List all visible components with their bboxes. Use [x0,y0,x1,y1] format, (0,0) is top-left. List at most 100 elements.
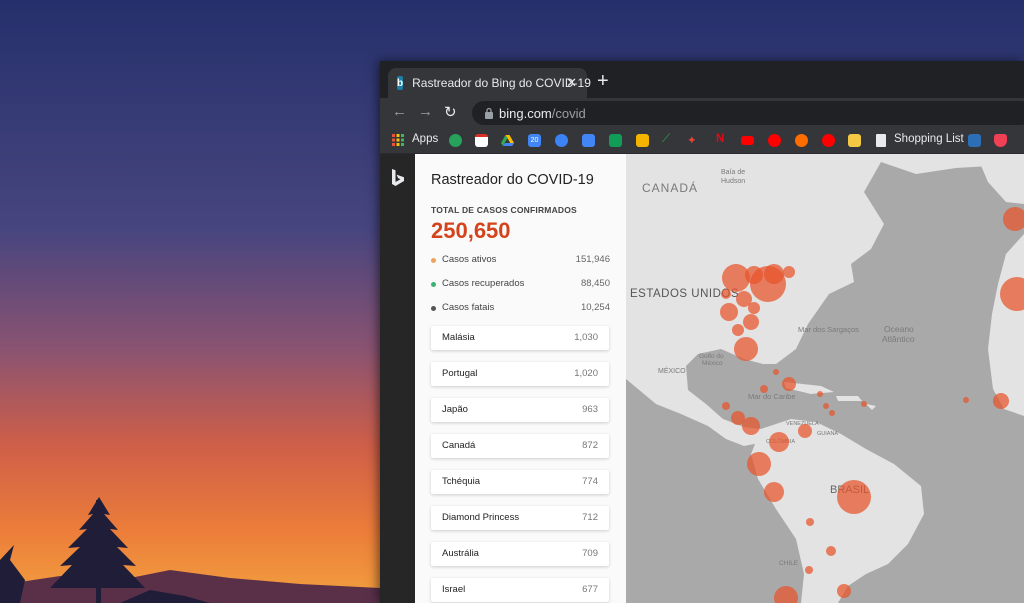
country-item-australia[interactable]: Austrália 709 [431,542,609,566]
covid-stats-panel: Rastreador do COVID-19 TOTAL DE CASOS CO… [415,154,626,603]
bing-sidebar [380,154,415,603]
case-bubble[interactable] [963,397,969,403]
pocket-bookmark-icon[interactable] [994,134,1007,147]
case-bubble[interactable] [823,403,829,409]
case-bubble[interactable] [782,377,796,391]
bookmarks-bar: Apps 20 ⟋ ✦ N Shopping List [380,128,1024,154]
map-label-oceano: Oceano [884,324,914,334]
map-label-baia: Baía de [721,169,745,176]
keep-bookmark-icon[interactable] [848,134,861,147]
case-bubble[interactable] [798,424,812,438]
country-item-diamond-princess[interactable]: Diamond Princess 712 [431,506,609,530]
stat-label: Casos fatais [442,302,495,313]
tab-title: Rastreador do Bing do COVID-19 [412,76,591,90]
country-item-malasia[interactable]: Malásia 1,030 [431,326,609,350]
map-label-chile: CHILE [779,560,799,567]
case-bubble[interactable] [829,410,835,416]
country-list: Malásia 1,030 Portugal 1,020 Japão 963 C… [431,326,609,603]
bing-logo-icon[interactable] [391,169,405,187]
stat-label: Casos recuperados [442,278,525,289]
contacts-bookmark-icon[interactable] [555,134,568,147]
map-label-guiana: GUIANA [817,431,838,437]
new-tab-icon[interactable]: + [597,71,609,91]
forward-icon[interactable]: → [418,103,433,120]
country-cases: 1,030 [574,332,598,343]
country-item-portugal[interactable]: Portugal 1,020 [431,362,609,386]
slides-bookmark-icon[interactable] [636,134,649,147]
gmail-bookmark-icon[interactable] [475,134,488,147]
address-bar[interactable]: bing.com/covid [472,101,1024,125]
apps-bookmark[interactable]: Apps [412,133,438,145]
case-bubble[interactable] [760,385,768,393]
case-bubble[interactable] [773,369,779,375]
cash-bookmark-icon[interactable] [449,134,462,147]
case-bubble[interactable] [748,302,760,314]
stat-value: 88,450 [580,278,610,289]
apps-grid-icon[interactable] [392,134,404,146]
case-bubble[interactable] [743,314,759,330]
fatal-cases-row[interactable]: Casos fatais 10,254 [431,302,610,316]
play-bookmark-icon[interactable] [822,134,835,147]
case-bubble[interactable] [769,432,789,452]
bing-favicon-icon: b [397,76,404,90]
docs-bookmark-icon[interactable] [582,134,595,147]
map-label-golfo: Golfo do [699,353,724,360]
case-bubble[interactable] [806,518,814,526]
browser-toolbar: ← → ↻ bing.com/covid [380,98,1024,128]
shopping-list-bookmark[interactable]: Shopping List [894,133,964,145]
stat-label: Casos ativos [442,254,497,265]
covid-world-map[interactable]: CANADÁ Baía de Hudson ESTADOS UNIDOS Mar… [626,154,1024,603]
case-bubble[interactable] [722,402,730,410]
country-name: Israel [442,584,466,595]
country-name: Portugal [442,368,478,379]
browser-tab[interactable]: b Rastreador do Bing do COVID-19 ✕ [388,68,591,98]
reload-icon[interactable]: ↻ [444,103,457,121]
country-item-tchequia[interactable]: Tchéquia 774 [431,470,609,494]
country-item-japao[interactable]: Japão 963 [431,398,609,422]
case-bubble[interactable] [764,482,784,502]
country-item-israel[interactable]: Israel 677 [431,578,609,602]
case-bubble[interactable] [764,264,784,284]
total-cases-label: TOTAL DE CASOS CONFIRMADOS [431,205,577,215]
case-bubble[interactable] [720,303,738,321]
tab-close-icon[interactable]: ✕ [566,75,577,91]
case-bubble[interactable] [742,417,760,435]
youtube-music-bookmark-icon[interactable] [768,134,781,147]
sheets-bookmark-icon[interactable] [609,134,622,147]
recovered-cases-row[interactable]: Casos recuperados 88,450 [431,278,610,292]
map-label-hudson: Hudson [721,178,745,185]
case-bubble[interactable] [817,391,823,397]
youtube-bookmark-icon[interactable] [741,136,754,145]
map-label-canada: CANADÁ [642,180,698,195]
case-bubble[interactable] [783,266,795,278]
calendar-bookmark-icon[interactable]: 20 [528,134,541,147]
total-cases-value: 250,650 [431,218,511,243]
back-icon[interactable]: ← [392,103,407,120]
case-bubble[interactable] [732,324,744,336]
netflix-bookmark-icon[interactable]: N [716,133,724,145]
case-bubble[interactable] [837,480,871,514]
panel-title: Rastreador do COVID-19 [431,172,594,188]
case-bubble[interactable] [734,337,758,361]
music-bookmark-icon[interactable] [795,134,808,147]
case-bubble[interactable] [826,546,836,556]
country-item-canada[interactable]: Canadá 872 [431,434,609,458]
active-cases-row[interactable]: Casos ativos 151,946 [431,254,610,268]
recovered-dot-icon [431,282,436,287]
analytics-bookmark-icon[interactable]: ⟋ [662,133,670,146]
tab-strip: b Rastreador do Bing do COVID-19 ✕ + [380,61,1024,98]
country-name: Tchéquia [442,476,481,487]
case-bubble[interactable] [805,566,813,574]
fatal-dot-icon [431,306,436,311]
drive-bookmark-icon[interactable] [501,134,514,147]
photos-bookmark-icon[interactable]: ✦ [687,133,697,147]
stat-value: 10,254 [580,302,610,313]
case-bubble[interactable] [721,289,731,299]
trello-bookmark-icon[interactable] [968,134,981,147]
case-bubble[interactable] [993,393,1009,409]
case-bubble[interactable] [837,584,851,598]
case-bubble[interactable] [861,401,867,407]
case-bubble[interactable] [747,452,771,476]
country-cases: 712 [582,512,598,523]
map-label-sargacos: Mar dos Sargaços [798,325,859,334]
